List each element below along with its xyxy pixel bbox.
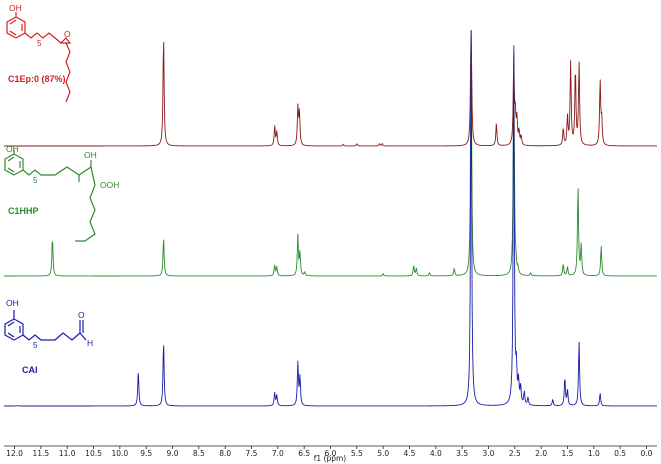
- nmr-stacked-spectra: 12.0 11.5 11.0 10.5 10.0 9.5 9.0 8.5 8.0 7.5 7.0 6.…: [4, 3, 657, 463]
- x-tick-label: 11.5: [33, 449, 50, 458]
- x-tick-label: 9.0: [167, 449, 179, 458]
- structure-c1ep-label: C1Ep:0 (87%): [8, 74, 66, 84]
- spectrum-line-2: [4, 36, 657, 277]
- structure-c1ep-oh: OH: [9, 3, 22, 13]
- structure-c1hhp-ooh: OOH: [100, 180, 119, 190]
- x-tick-label: 0.5: [614, 449, 626, 458]
- x-tick-label: 1.5: [562, 449, 574, 458]
- x-tick-label: 8.5: [193, 449, 205, 458]
- x-tick-label: 4.5: [404, 449, 416, 458]
- x-tick-label: 6.5: [298, 449, 310, 458]
- x-tick-label: 3.5: [456, 449, 468, 458]
- x-tick-label: 5.0: [377, 449, 389, 458]
- x-tick-label: 8.0: [219, 449, 231, 458]
- structure-c1ep-o: O: [64, 29, 71, 39]
- structure-cai-subscript: 5: [33, 341, 38, 350]
- structure-cai-o: O: [78, 310, 85, 320]
- spectrum-line-1: [4, 29, 657, 147]
- x-tick-label: 9.5: [140, 449, 152, 458]
- x-tick-label: 2.5: [509, 449, 521, 458]
- x-tick-label: 2.0: [535, 449, 547, 458]
- x-tick-label: 10.5: [85, 449, 102, 458]
- x-tick-label: 7.0: [272, 449, 284, 458]
- x-tick-label: 12.0: [6, 449, 23, 458]
- x-axis-title: f1 (ppm): [314, 454, 347, 463]
- structure-c1hhp-subscript: 5: [33, 176, 38, 185]
- x-tick-label: 4.0: [430, 449, 442, 458]
- structure-c1hhp: [4, 150, 96, 242]
- x-tick-label: 5.5: [351, 449, 363, 458]
- structure-c1ep-subscript: 5: [37, 39, 42, 48]
- x-tick-label: 1.0: [588, 449, 600, 458]
- structure-cai-oh: OH: [6, 298, 19, 308]
- x-tick-label: 0.0: [640, 449, 652, 458]
- structure-cai-label: CAI: [22, 365, 38, 375]
- x-tick-label: 3.0: [483, 449, 495, 458]
- structure-c1hhp-label: C1HHP: [8, 206, 39, 216]
- structure-cai: [4, 310, 87, 341]
- x-tick-label: 11.0: [59, 449, 76, 458]
- structure-c1hhp-oh2: OH: [84, 150, 97, 160]
- x-tick-label: 7.5: [246, 449, 258, 458]
- structure-c1ep: [6, 12, 72, 103]
- structure-cai-h: H: [87, 338, 93, 348]
- x-tick-label: 10.0: [112, 449, 129, 458]
- structure-c1hhp-oh: OH: [6, 144, 19, 154]
- spectrum-line-3: [4, 30, 657, 407]
